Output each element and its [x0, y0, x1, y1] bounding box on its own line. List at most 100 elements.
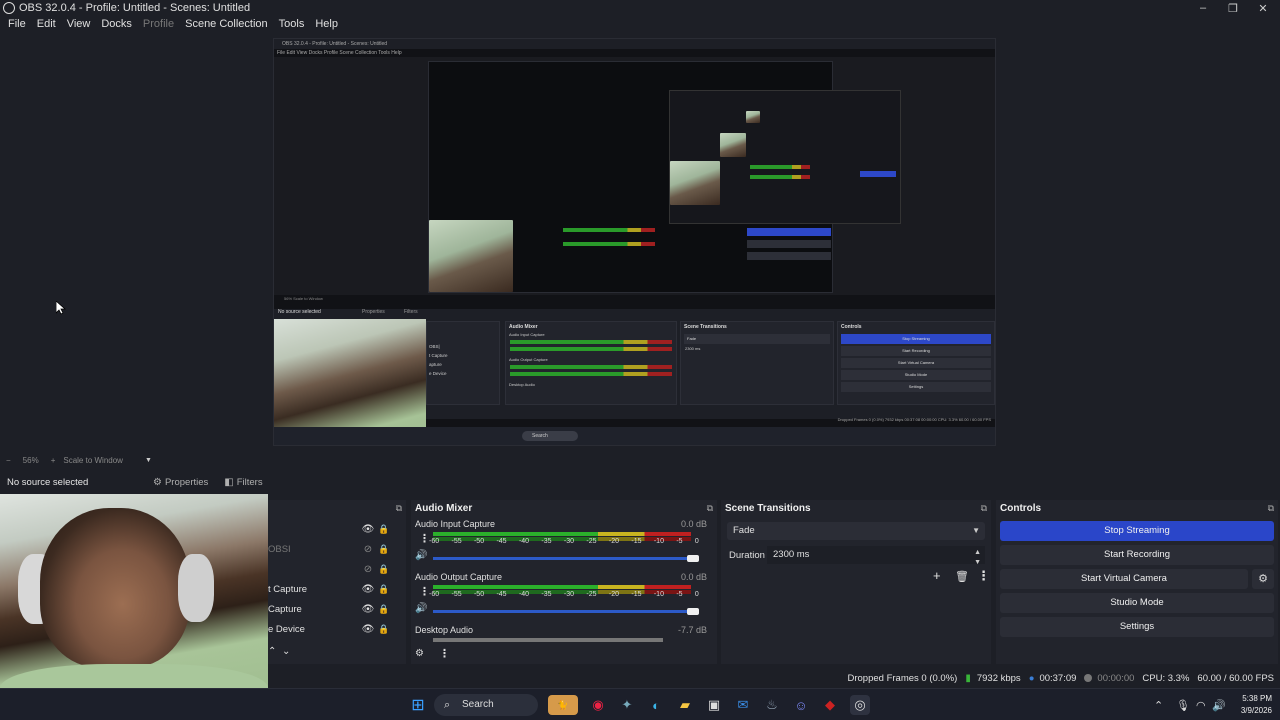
chrome-icon[interactable]: ◉ [588, 695, 608, 715]
menu-edit[interactable]: Edit [33, 18, 60, 30]
transition-menu-icon[interactable]: ⋮ [977, 568, 990, 584]
menu-docks[interactable]: Docks [97, 18, 136, 30]
move-up-icon[interactable]: ⌃ [268, 646, 276, 657]
app-icon[interactable]: ◆ [820, 695, 840, 715]
eye-icon[interactable]: 👁 [360, 624, 376, 635]
eye-hidden-icon[interactable]: ⊘ [360, 544, 376, 555]
close-button[interactable]: ✕ [1248, 0, 1278, 16]
filters-button[interactable]: ◧ Filters [218, 475, 268, 490]
source-row[interactable]: e Device 👁 🔒 [268, 620, 404, 638]
scale-dropdown-icon[interactable]: ▼ [145, 457, 152, 464]
transition-select[interactable]: Fade ▼ [727, 522, 985, 540]
lock-icon[interactable]: 🔒 [376, 584, 392, 595]
add-transition-icon[interactable]: + [933, 568, 941, 583]
zoom-out-button[interactable]: − [6, 456, 11, 465]
undock-icon[interactable]: ⧉ [396, 503, 402, 514]
minimize-button[interactable]: – [1188, 0, 1218, 16]
nested-button-mid [747, 240, 831, 248]
properties-button[interactable]: ⚙ Properties [147, 475, 214, 490]
nested-start-recording: Start Recording [841, 346, 991, 356]
microphone-icon[interactable]: 🎙 [1176, 689, 1190, 720]
cpu-usage: CPU: 3.3% [1142, 672, 1190, 684]
speaker-icon[interactable]: 🔊 [415, 603, 427, 614]
file-explorer-icon[interactable]: ▰ [675, 695, 695, 715]
mixer-menu-icon[interactable]: ⋮ [439, 647, 450, 660]
undock-icon[interactable]: ⧉ [707, 503, 713, 514]
windows-start-icon[interactable]: ⊞ [408, 695, 428, 715]
obs-taskbar-icon[interactable]: ◎ [850, 695, 870, 715]
volume-slider[interactable] [433, 555, 699, 562]
maximize-button[interactable]: ❐ [1218, 0, 1248, 16]
nested-search: Search [522, 431, 578, 441]
meter-tick-label: -50 [473, 591, 485, 598]
nested-studio-mode: Studio Mode [841, 370, 991, 380]
nested-controls-dock: Controls Stop Streaming Start Recording … [837, 321, 995, 405]
meter-tick-label: -35 [541, 538, 552, 545]
source-name: t Capture [268, 583, 308, 595]
nested-webcam-thumb-2 [720, 133, 746, 157]
lock-icon[interactable]: 🔒 [376, 544, 392, 555]
copilot-icon[interactable]: ✦ [617, 695, 637, 715]
nested-stop-streaming-small [860, 171, 896, 177]
menu-profile[interactable]: Profile [139, 18, 178, 30]
program-preview[interactable]: OBS 32.0.4 - Profile: Untitled - Scenes:… [273, 38, 996, 446]
zoom-in-button[interactable]: + [51, 456, 56, 465]
widget-icon[interactable]: 🐈 [548, 695, 578, 715]
menu-tools[interactable]: Tools [275, 18, 309, 30]
trash-icon[interactable]: 🗑 [955, 570, 969, 583]
tray-chevron-icon[interactable]: ⌃ [1154, 689, 1163, 720]
studio-mode-button[interactable]: Studio Mode [1000, 593, 1274, 613]
duration-field[interactable]: 2300 ms ▲ ▼ [767, 546, 985, 566]
menu-help[interactable]: Help [311, 18, 342, 30]
virtual-camera-settings-icon[interactable]: ⚙ [1252, 569, 1274, 589]
source-row[interactable]: ⊘ 🔒 [268, 560, 404, 578]
scale-mode[interactable]: Scale to Window [63, 456, 123, 465]
meter-tick-label: -30 [563, 538, 575, 545]
clock[interactable]: 5:38 PM 3/9/2026 [1228, 693, 1272, 717]
nested-source-list: OBS| t Capture apture e Device [427, 322, 499, 378]
store-icon[interactable]: ▣ [704, 695, 724, 715]
channel-name: Audio Output Capture [415, 572, 503, 582]
lock-icon[interactable]: 🔒 [376, 624, 392, 635]
wifi-icon[interactable]: ◠ [1196, 689, 1206, 720]
volume-icon[interactable]: 🔊 [1212, 689, 1226, 720]
eye-icon[interactable]: 👁 [360, 604, 376, 615]
undock-icon[interactable]: ⧉ [981, 503, 987, 514]
lock-icon[interactable]: 🔒 [376, 564, 392, 575]
source-row[interactable]: OBSI ⊘ 🔒 [268, 540, 404, 558]
steam-icon[interactable]: ♨ [762, 695, 782, 715]
nested-meter-small [750, 165, 810, 169]
start-recording-button[interactable]: Start Recording [1000, 545, 1274, 565]
dropped-frames: Dropped Frames 0 (0.0%) [847, 672, 958, 684]
mixer-settings-icon[interactable]: ⚙ [415, 648, 424, 659]
nested-status: Dropped Frames 0 (0.0%) 7932 kbps 00:37:… [837, 417, 991, 422]
volume-slider[interactable] [433, 608, 699, 615]
start-virtual-camera-button[interactable]: Start Virtual Camera [1000, 569, 1248, 589]
lock-icon[interactable]: 🔒 [376, 604, 392, 615]
eye-icon[interactable]: 👁 [360, 524, 376, 535]
channel-header: Audio Output Capture 0.0 dB [415, 572, 707, 582]
eye-icon[interactable]: 👁 [360, 584, 376, 595]
source-row[interactable]: Capture 👁 🔒 [268, 600, 404, 618]
settings-button[interactable]: Settings [1000, 617, 1274, 637]
edge-icon[interactable]: ◐ [646, 695, 666, 715]
menu-view[interactable]: View [63, 18, 95, 30]
undock-icon[interactable]: ⧉ [1268, 503, 1274, 514]
stop-streaming-button[interactable]: Stop Streaming [1000, 521, 1274, 541]
eye-hidden-icon[interactable]: ⊘ [360, 564, 376, 575]
move-down-icon[interactable]: ⌄ [282, 646, 290, 657]
nested-properties: Properties [362, 309, 385, 315]
slider-knob[interactable] [687, 555, 699, 562]
source-row[interactable]: t Capture 👁 🔒 [268, 580, 404, 598]
taskbar-search[interactable]: ⌕ Search [434, 694, 538, 716]
outlook-icon[interactable]: ✉ [733, 695, 753, 715]
source-name: Capture [268, 603, 302, 615]
source-row[interactable]: 👁 🔒 [268, 520, 404, 538]
discord-icon[interactable]: ☺ [791, 695, 811, 715]
menu-file[interactable]: File [4, 18, 30, 30]
lock-icon[interactable]: 🔒 [376, 524, 392, 535]
speaker-icon[interactable]: 🔊 [415, 550, 427, 561]
slider-knob[interactable] [687, 608, 699, 615]
menu-scene-collection[interactable]: Scene Collection [181, 18, 272, 30]
menu-bar: File Edit View Docks Profile Scene Colle… [0, 16, 1280, 32]
